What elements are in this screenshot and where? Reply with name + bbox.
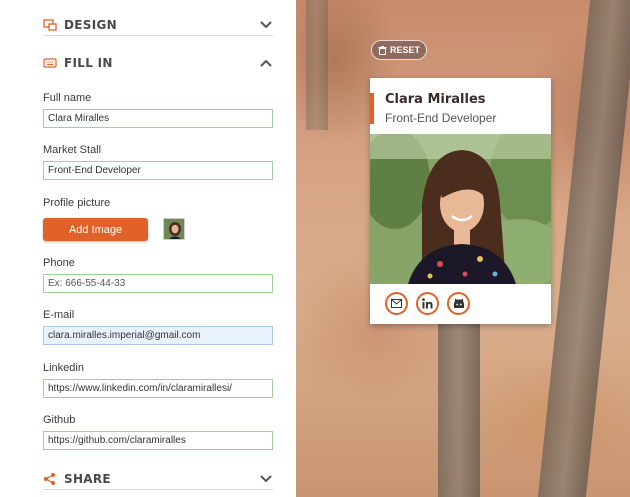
full-name-input[interactable] <box>43 109 273 128</box>
keyboard-icon <box>43 58 57 68</box>
market-stall-label: Market Stall <box>43 144 102 156</box>
share-icon <box>44 472 55 485</box>
card-linkedin-link[interactable] <box>416 292 439 315</box>
linkedin-label: Linkedin <box>43 362 84 374</box>
section-share-header[interactable]: SHARE <box>43 468 273 490</box>
card-preview-area: RESET Clara Miralles Front-End Developer <box>296 0 630 497</box>
phone-label: Phone <box>43 257 75 269</box>
card-name: Clara Miralles <box>385 92 486 107</box>
profile-thumbnail[interactable] <box>163 218 185 240</box>
linkedin-input[interactable] <box>43 379 273 398</box>
linkedin-icon <box>422 298 433 309</box>
section-fill-in-header[interactable]: FILL IN <box>43 52 273 74</box>
market-stall-input[interactable] <box>43 161 273 180</box>
section-design-label: DESIGN <box>64 17 117 32</box>
card-job: Front-End Developer <box>385 111 497 125</box>
background-tree <box>438 300 480 497</box>
section-design-header[interactable]: DESIGN <box>43 14 273 36</box>
chevron-up-icon <box>260 59 272 67</box>
email-input[interactable] <box>43 326 273 345</box>
card-github-link[interactable] <box>447 292 470 315</box>
mail-icon <box>391 299 402 308</box>
add-image-button[interactable]: Add Image <box>43 218 148 241</box>
card-accent-bar <box>370 93 374 124</box>
profile-thumbnail-image <box>164 219 184 239</box>
form-panel: DESIGN FILL IN Full name Market Stall Pr… <box>0 0 296 497</box>
background-tree <box>537 0 630 497</box>
profile-card: Clara Miralles Front-End Developer <box>370 78 551 324</box>
reset-button[interactable]: RESET <box>371 40 427 60</box>
trash-icon <box>378 45 387 55</box>
card-profile-photo <box>370 134 551 284</box>
chevron-down-icon <box>260 474 272 482</box>
full-name-label: Full name <box>43 92 92 104</box>
github-input[interactable] <box>43 431 273 450</box>
reset-label: RESET <box>389 45 420 55</box>
card-social-links <box>385 292 470 315</box>
profile-picture-label: Profile picture <box>43 197 111 209</box>
github-icon <box>453 298 464 308</box>
chevron-down-icon <box>260 20 272 28</box>
design-icon <box>43 18 57 31</box>
card-email-link[interactable] <box>385 292 408 315</box>
github-label: Github <box>43 414 76 426</box>
section-share-label: SHARE <box>64 471 111 486</box>
background-tree <box>306 0 328 130</box>
section-fill-in-label: FILL IN <box>64 56 113 70</box>
phone-input[interactable] <box>43 274 273 293</box>
email-label: E-mail <box>43 309 75 321</box>
